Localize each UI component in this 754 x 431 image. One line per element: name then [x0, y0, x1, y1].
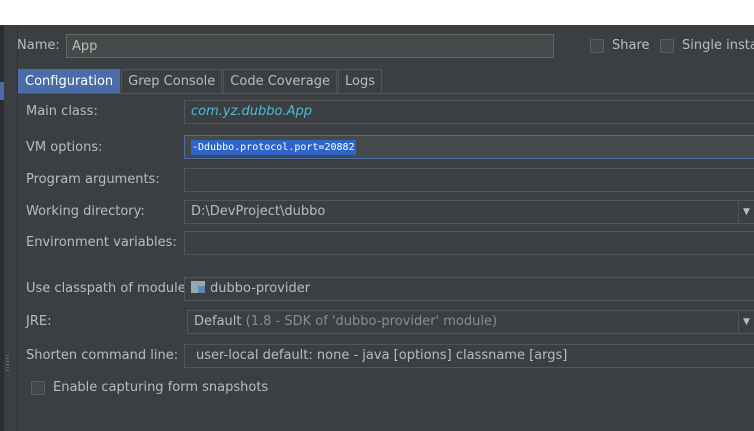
working-directory-value: D:\DevProject\dubbo	[191, 204, 326, 219]
main-class-value: com.yz.dubbo.App	[191, 104, 313, 119]
working-directory-label: Working directory:	[26, 204, 145, 219]
name-row: Name: Share Single instan	[0, 34, 754, 58]
tab-bar: Configuration Grep Console Code Coverage…	[18, 69, 383, 94]
checkbox-icon[interactable]	[590, 38, 604, 53]
module-icon	[191, 281, 205, 293]
classpath-module-value: dubbo-provider	[210, 281, 311, 296]
capture-snapshots-checkbox[interactable]: Enable capturing form snapshots	[31, 380, 268, 395]
name-label: Name:	[17, 38, 60, 53]
tab-logs[interactable]: Logs	[338, 69, 382, 93]
tab-grep-console[interactable]: Grep Console	[121, 69, 223, 93]
name-input[interactable]	[66, 34, 554, 58]
vm-options-value: -Ddubbo.protocol.port=20882	[191, 140, 356, 155]
left-panel-strip	[0, 25, 4, 431]
checkbox-icon[interactable]	[660, 38, 674, 53]
shorten-command-line-select[interactable]: user-local default: none - java [options…	[184, 344, 754, 368]
shorten-command-line-detail: - java [options] classname [args]	[353, 348, 568, 363]
program-arguments-field[interactable]	[184, 168, 754, 192]
shorten-command-line-label: Shorten command line:	[26, 348, 179, 363]
main-class-field[interactable]: com.yz.dubbo.App	[184, 100, 754, 124]
tab-code-coverage[interactable]: Code Coverage	[223, 69, 337, 93]
jre-select[interactable]: Default (1.8 - SDK of 'dubbo-provider' m…	[187, 310, 754, 334]
working-directory-dropdown-icon[interactable]: ▼	[738, 200, 754, 224]
jre-detail: (1.8 - SDK of 'dubbo-provider' module)	[245, 314, 498, 329]
share-checkbox[interactable]: Share	[590, 38, 650, 53]
tab-bar-underline	[18, 93, 754, 94]
single-instance-label: Single instan	[682, 38, 754, 53]
program-arguments-label: Program arguments:	[26, 172, 160, 187]
single-instance-checkbox[interactable]: Single instan	[660, 38, 754, 53]
environment-variables-field[interactable]	[184, 231, 754, 255]
jre-dropdown-icon[interactable]: ▼	[738, 310, 754, 334]
capture-snapshots-label: Enable capturing form snapshots	[53, 380, 269, 395]
checkbox-icon[interactable]	[31, 380, 45, 395]
working-directory-field[interactable]: D:\DevProject\dubbo	[184, 200, 754, 224]
vm-options-label: VM options:	[26, 140, 103, 155]
vm-options-field[interactable]: -Ddubbo.protocol.port=20882	[184, 135, 754, 159]
jre-label: JRE:	[26, 314, 52, 329]
left-panel-selection	[0, 82, 4, 100]
tab-configuration[interactable]: Configuration	[18, 69, 121, 94]
environment-variables-label: Environment variables:	[26, 235, 177, 250]
share-label: Share	[612, 38, 650, 53]
jre-value: Default	[194, 314, 242, 329]
main-class-label: Main class:	[26, 104, 98, 119]
splitter-handle[interactable]	[6, 355, 9, 371]
classpath-module-label: Use classpath of module:	[26, 281, 191, 296]
run-configuration-dialog: Name: Share Single instan Configuration …	[0, 25, 754, 431]
classpath-module-select[interactable]: dubbo-provider	[184, 277, 754, 301]
shorten-command-line-value: user-local default: none	[196, 348, 350, 363]
